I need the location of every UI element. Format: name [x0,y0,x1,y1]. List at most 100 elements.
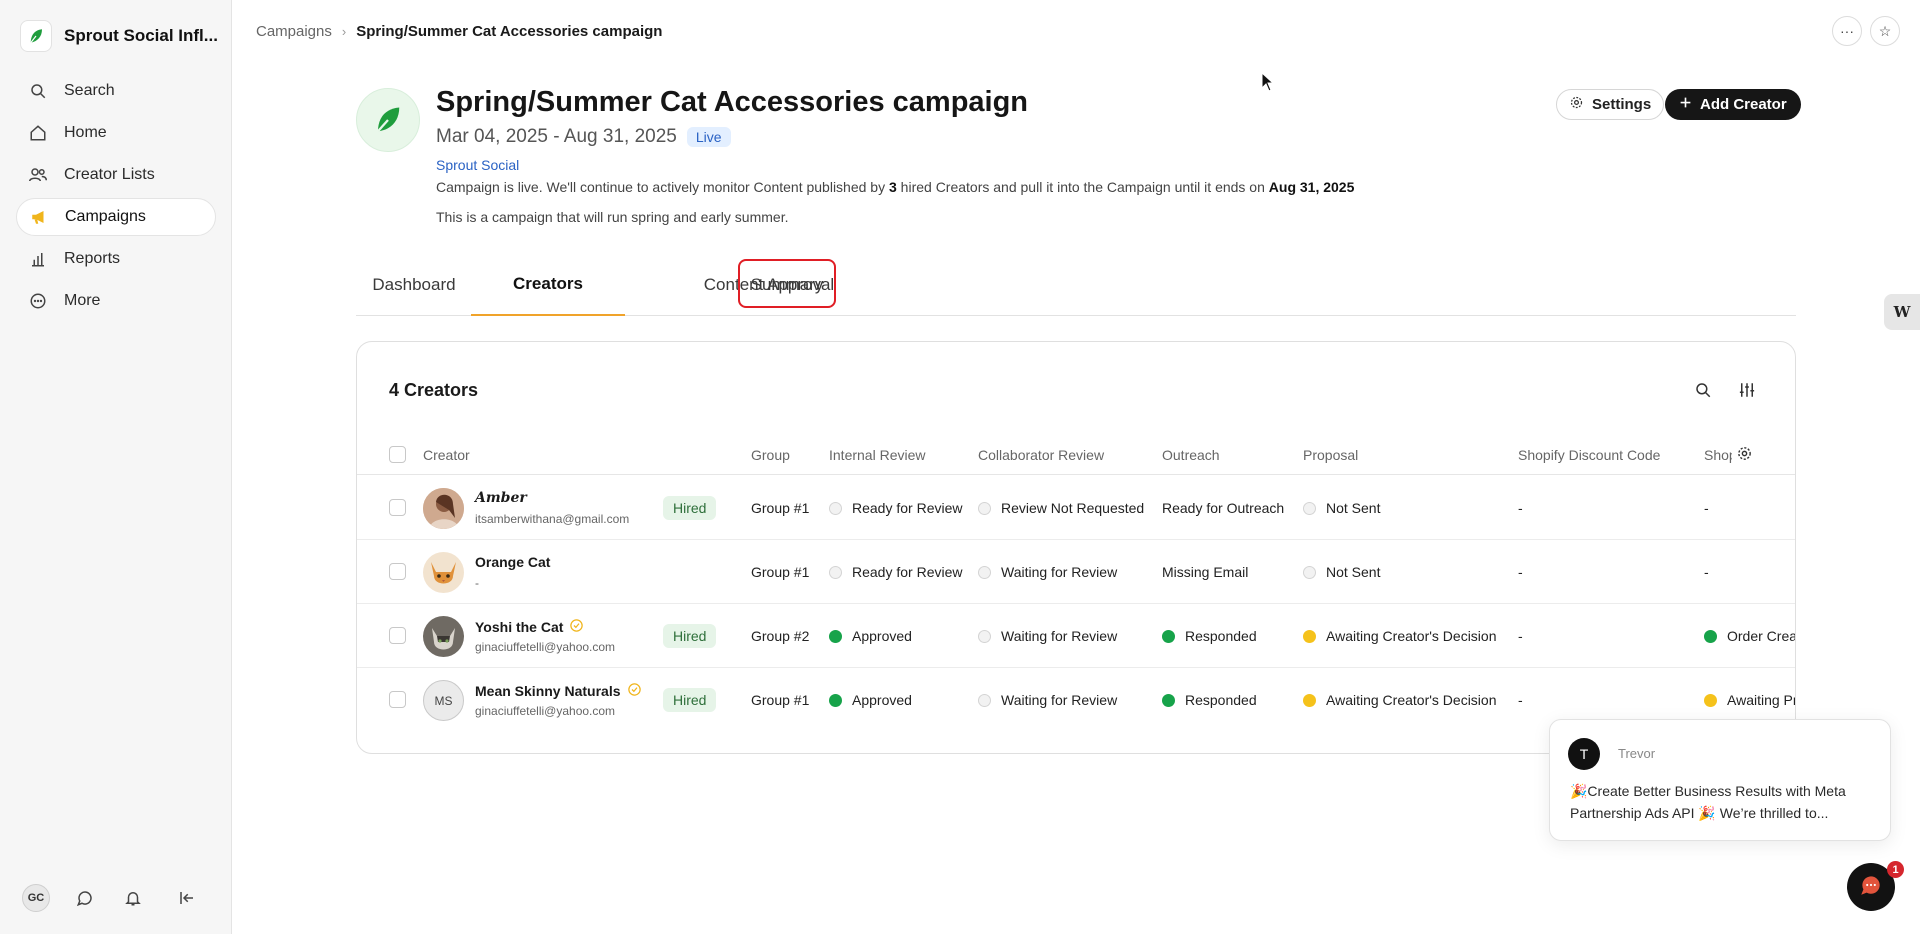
more-options-button[interactable]: ··· [1832,16,1862,46]
column-header-group[interactable]: Group [751,447,790,463]
shop-cell[interactable]: - [1704,540,1709,604]
creator-name-text: Mean Skinny Naturals [475,683,621,699]
creator-name[interactable]: Mean Skinny Naturals [475,682,642,700]
nav-item-label: Creator Lists [64,166,155,183]
proposal-cell[interactable]: Awaiting Creator's Decision [1303,604,1497,668]
favorite-star-button[interactable]: ☆ [1870,16,1900,46]
column-header-creator[interactable]: Creator [423,447,470,463]
sprout-logo-icon [20,20,52,52]
chat-bubble-icon [1858,872,1884,902]
creator-name[interactable]: Yoshi the Cat [475,618,584,636]
proposal-cell[interactable]: Not Sent [1303,476,1380,540]
group-cell[interactable]: Group #1 [751,540,809,604]
outreach-cell[interactable]: Ready for Outreach [1162,476,1284,540]
column-header-outreach[interactable]: Outreach [1162,447,1220,463]
discount-code-cell[interactable]: - [1518,668,1523,732]
creator-avatar[interactable] [423,552,464,593]
creator-email: ginaciuffetelli@yahoo.com [475,704,616,718]
column-header-shop[interactable]: Shop [1704,447,1732,463]
nav-item-search[interactable]: Search [16,72,216,110]
status-prefix: Campaign is live. We'll continue to acti… [436,179,886,195]
status-dot [978,629,991,643]
settings-button[interactable]: Settings [1556,89,1665,120]
nav-item-campaigns[interactable]: Campaigns [16,198,216,236]
row-checkbox[interactable] [389,499,406,516]
shop-cell[interactable]: - [1704,476,1709,540]
status-badge: Live [686,127,731,147]
brand[interactable]: Sprout Social Infl... [20,20,218,52]
proposal-cell[interactable]: Not Sent [1303,540,1380,604]
proposal-text: Awaiting Creator's Decision [1326,692,1497,708]
column-header-collaborator-review[interactable]: Collaborator Review [978,447,1104,463]
group-cell[interactable]: Group #1 [751,476,809,540]
collaborator-review-cell[interactable]: Waiting for Review [978,540,1117,604]
shop-text: Awaiting Pr [1727,692,1796,708]
outreach-cell[interactable]: Responded [1162,604,1257,668]
table-row[interactable]: Yoshi the Cat ginaciuffetelli@yahoo.com … [357,604,1795,668]
creator-avatar[interactable] [423,616,464,657]
side-widget-button[interactable]: W [1884,294,1920,330]
nav-item-home[interactable]: Home [16,114,216,152]
proposal-cell[interactable]: Awaiting Creator's Decision [1303,668,1497,732]
table-header: Creator Group Internal Review Collaborat… [357,435,1795,475]
breadcrumb-separator: › [341,24,347,39]
nav-item-creator-lists[interactable]: Creator Lists [16,156,216,194]
creator-name[interactable]: Orange Cat [475,554,550,570]
home-icon [28,123,48,143]
filter-sliders-icon[interactable] [1735,378,1759,402]
shop-cell[interactable]: Order Crea [1704,604,1795,668]
chat-message-preview: 🎉Create Better Business Results with Met… [1570,783,1846,821]
megaphone-icon [29,207,49,227]
group-cell[interactable]: Group #2 [751,604,809,668]
collaborator-review-cell[interactable]: Waiting for Review [978,604,1117,668]
status-dot [978,501,991,515]
status-dot [1303,565,1316,579]
sidebar-footer: GC [22,884,200,912]
chat-bubble-icon[interactable] [72,885,98,911]
column-header-internal-review[interactable]: Internal Review [829,447,926,463]
outreach-cell[interactable]: Missing Email [1162,540,1248,604]
column-settings-gear-icon[interactable] [1736,445,1753,465]
column-header-proposal[interactable]: Proposal [1303,447,1358,463]
breadcrumb-campaigns-link[interactable]: Campaigns [256,23,332,40]
creator-avatar[interactable] [423,488,464,529]
column-header-shopify-discount-code[interactable]: Shopify Discount Code [1518,447,1660,463]
organization-link[interactable]: Sprout Social [436,157,519,173]
search-icon[interactable] [1691,378,1715,402]
row-checkbox[interactable] [389,563,406,580]
internal-review-cell[interactable]: Approved [829,604,912,668]
internal-review-cell[interactable]: Ready for Review [829,540,963,604]
main-nav: Search Home Creator Lists Campaigns Repo… [16,72,216,324]
table-row[interactable]: Amber itsamberwithana@gmail.com Hired Gr… [357,476,1795,540]
chat-message-popup[interactable]: T Trevor 🎉Create Better Business Results… [1549,719,1891,841]
creator-avatar[interactable]: MS [423,680,464,721]
user-avatar[interactable]: GC [22,884,50,912]
status-dot [1704,629,1717,643]
sidebar: Sprout Social Infl... Search Home Creato… [0,0,232,934]
row-checkbox[interactable] [389,627,406,644]
campaign-description: This is a campaign that will run spring … [436,209,789,225]
internal-review-cell[interactable]: Ready for Review [829,476,963,540]
collaborator-review-cell[interactable]: Review Not Requested [978,476,1144,540]
group-cell[interactable]: Group #1 [751,668,809,732]
table-row[interactable]: Orange Cat - Group #1 Ready for Review W… [357,540,1795,604]
select-all-checkbox[interactable] [389,446,406,463]
add-creator-button[interactable]: Add Creator [1665,89,1801,120]
campaign-dates: Mar 04, 2025 - Aug 31, 2025 Live [436,126,731,148]
more-circle-icon [28,291,48,311]
discount-code-cell[interactable]: - [1518,476,1523,540]
discount-code-cell[interactable]: - [1518,604,1523,668]
internal-review-cell[interactable]: Approved [829,668,912,732]
collaborator-review-text: Waiting for Review [1001,628,1118,644]
nav-item-more[interactable]: More [16,282,216,320]
status-middle: hired Creators and pull it into the Camp… [900,179,1265,195]
creator-name[interactable]: Amber [475,490,527,506]
row-checkbox[interactable] [389,691,406,708]
collaborator-review-cell[interactable]: Waiting for Review [978,668,1117,732]
discount-code-cell[interactable]: - [1518,540,1523,604]
tab-dashboard[interactable]: Dashboard [356,254,472,316]
collapse-sidebar-icon[interactable] [174,885,200,911]
outreach-cell[interactable]: Responded [1162,668,1257,732]
nav-item-reports[interactable]: Reports [16,240,216,278]
bell-icon[interactable] [120,885,146,911]
